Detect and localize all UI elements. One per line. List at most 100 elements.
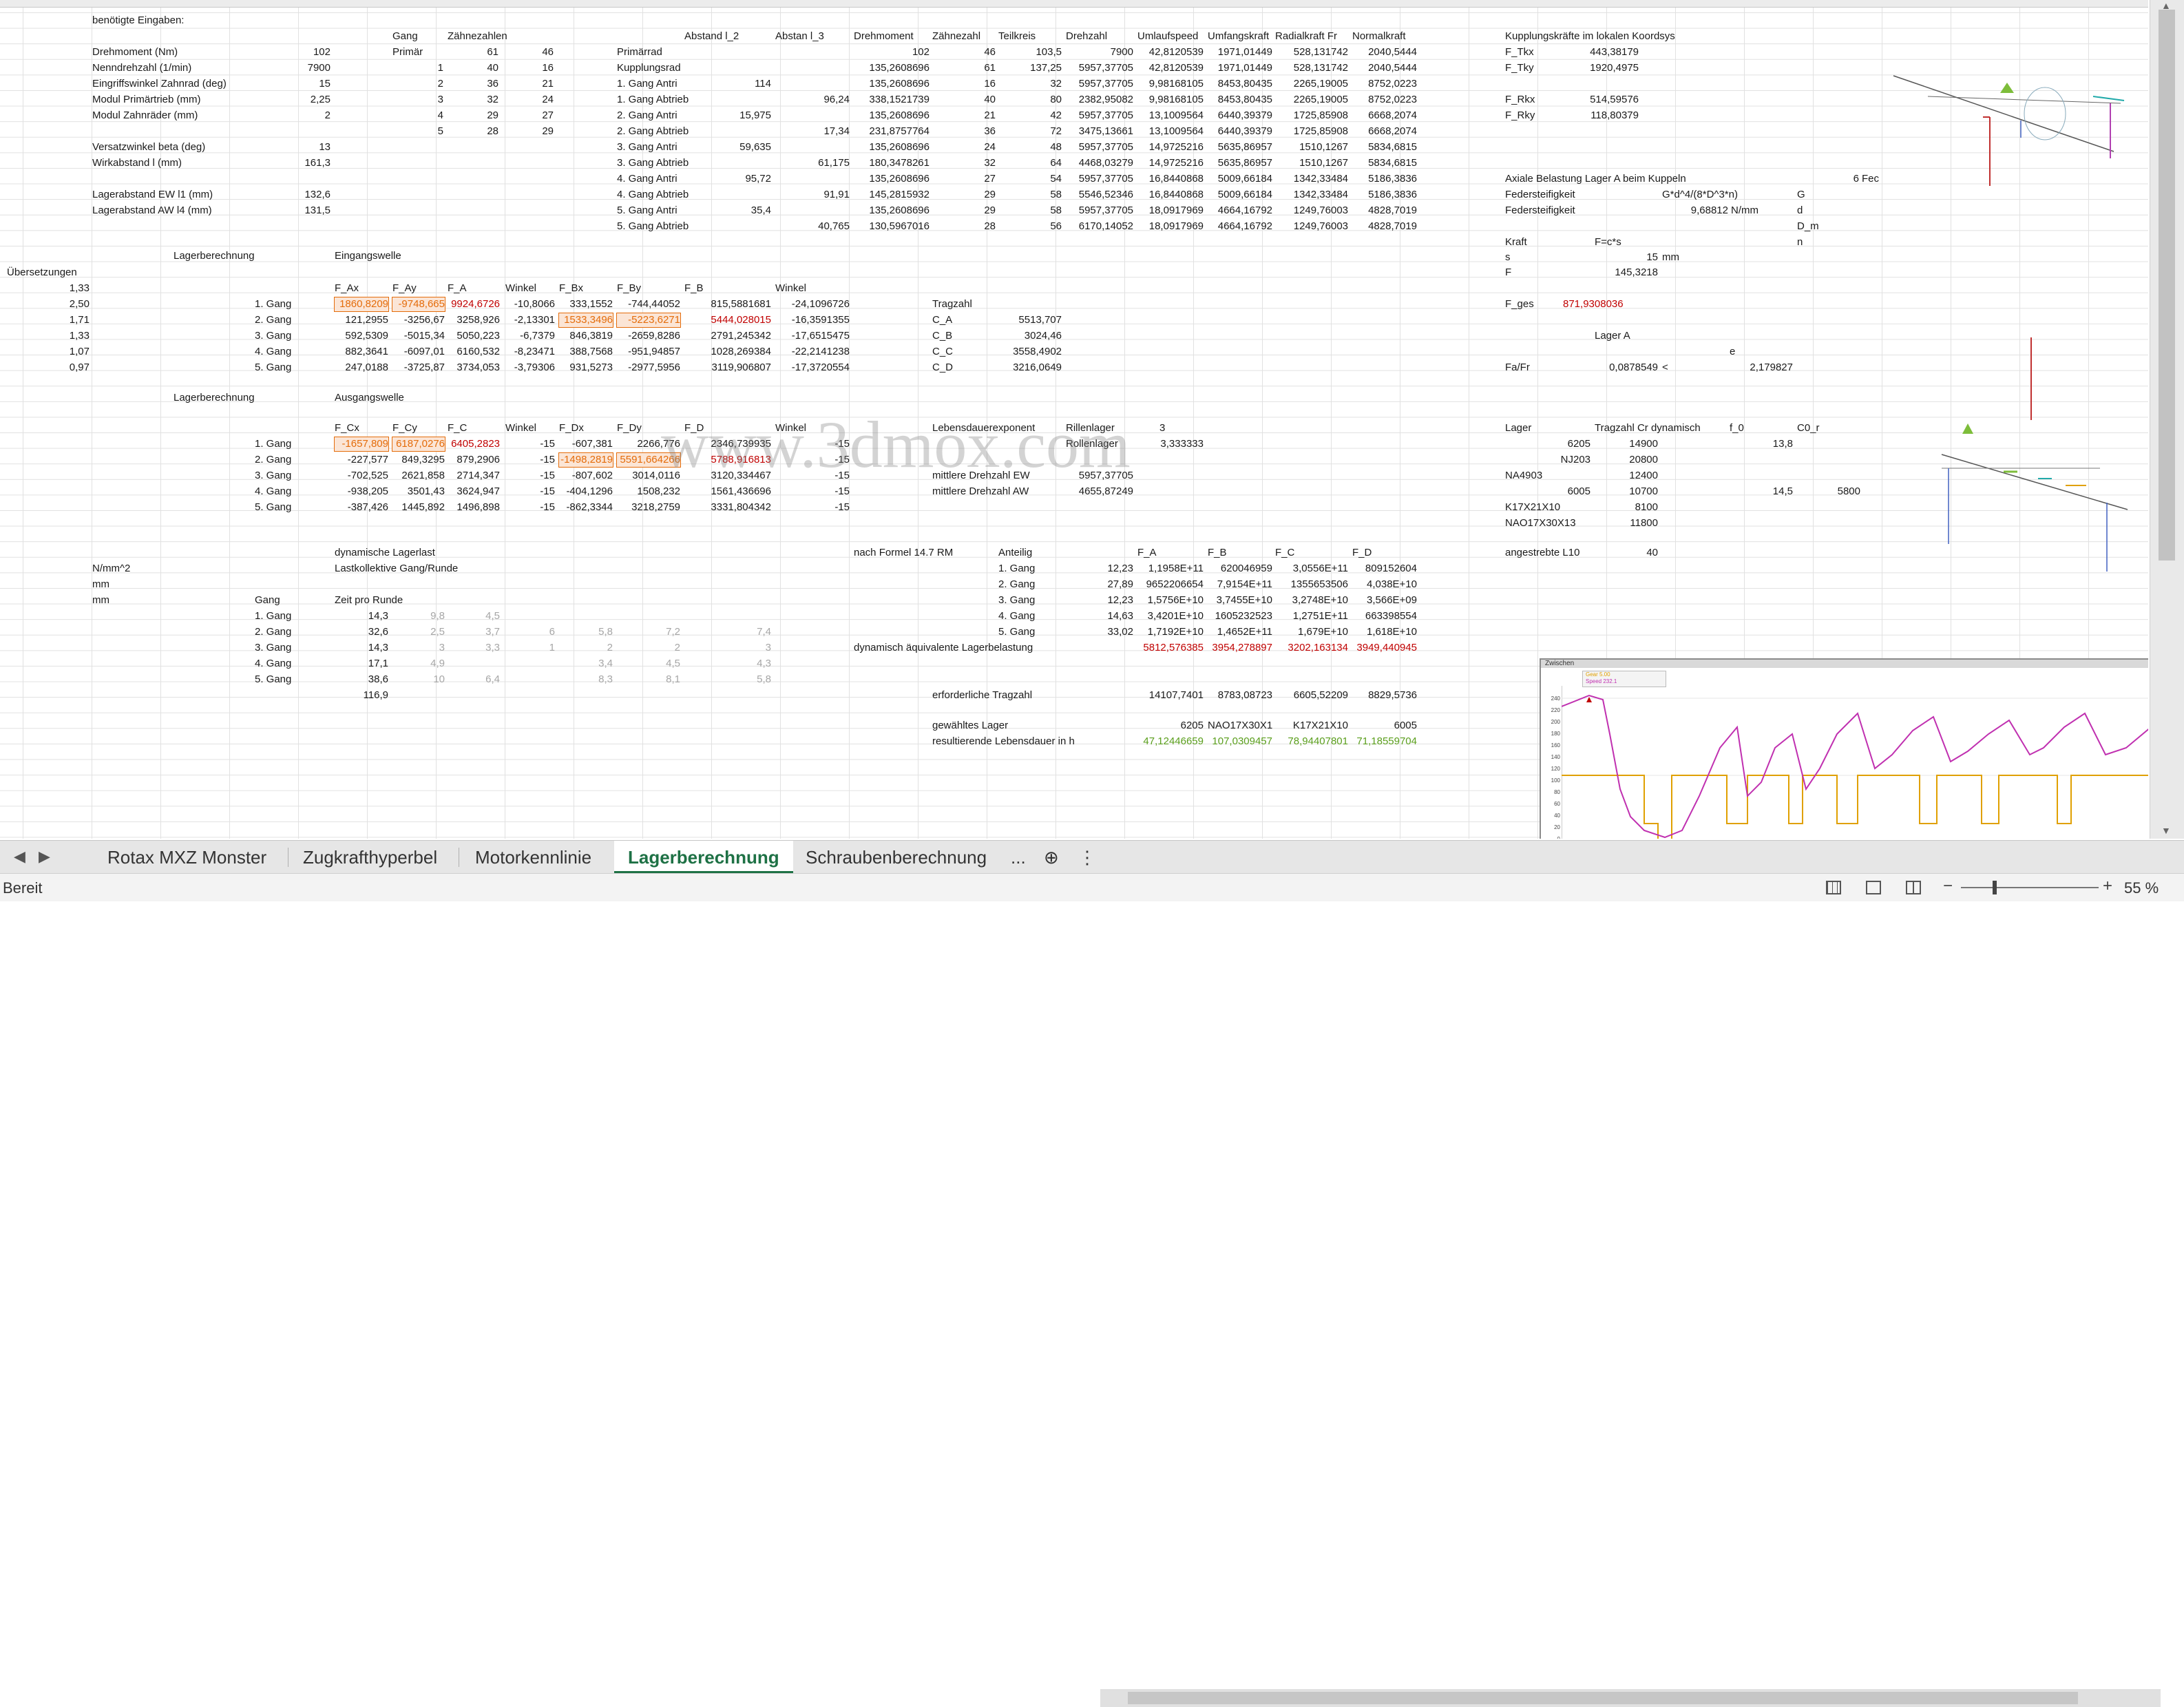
cell[interactable]: 58 bbox=[998, 204, 1062, 218]
cell[interactable]: 5009,66184 bbox=[1208, 188, 1272, 202]
cell[interactable]: 102 bbox=[269, 45, 330, 59]
cell[interactable]: F_D bbox=[1352, 546, 1372, 560]
cell[interactable]: 61 bbox=[932, 61, 996, 75]
cell[interactable]: 14,5 bbox=[1730, 485, 1793, 499]
cell[interactable]: 1561,436696 bbox=[684, 485, 771, 499]
cell[interactable]: 130,5967016 bbox=[854, 220, 930, 233]
cell[interactable]: 3 bbox=[392, 641, 445, 655]
vertical-scroll-thumb[interactable] bbox=[2159, 10, 2175, 561]
cell[interactable]: 6 bbox=[505, 625, 555, 639]
cell[interactable]: 1249,76003 bbox=[1275, 204, 1348, 218]
cell[interactable]: 80 bbox=[998, 93, 1062, 107]
cell[interactable]: 1,679E+10 bbox=[1275, 625, 1348, 639]
cell[interactable]: 56 bbox=[998, 220, 1062, 233]
cell[interactable]: 4. Gang bbox=[255, 657, 291, 671]
cell[interactable]: 5635,86957 bbox=[1208, 140, 1272, 154]
cell[interactable]: d bbox=[1797, 204, 1803, 218]
cell[interactable]: 1,4652E+11 bbox=[1208, 625, 1272, 639]
cell[interactable]: 28 bbox=[932, 220, 996, 233]
cell[interactable]: 3949,440945 bbox=[1352, 641, 1417, 655]
cell[interactable]: 1 bbox=[392, 61, 443, 75]
cell[interactable]: -6097,01 bbox=[392, 345, 445, 359]
zoom-level[interactable]: 55 % bbox=[2124, 879, 2159, 897]
cell[interactable]: 231,8757764 bbox=[854, 125, 930, 138]
cell[interactable]: F_C bbox=[448, 421, 467, 435]
cell[interactable]: 2. Gang bbox=[255, 625, 291, 639]
cell[interactable]: -24,1096726 bbox=[775, 297, 850, 311]
cell[interactable]: 5. Gang bbox=[255, 361, 291, 375]
cell[interactable]: Gang bbox=[255, 594, 280, 607]
cell[interactable]: 3218,2759 bbox=[617, 501, 680, 514]
cell[interactable]: 6440,39379 bbox=[1208, 125, 1272, 138]
cell[interactable]: f_0 bbox=[1730, 421, 1744, 435]
cell[interactable]: Übersetzungen bbox=[7, 266, 77, 280]
tab-zugkrafthyperbel[interactable]: Zugkrafthyperbel bbox=[289, 841, 451, 874]
cell[interactable]: 35,4 bbox=[684, 204, 771, 218]
cell[interactable]: -15 bbox=[505, 437, 555, 451]
cell[interactable]: 8453,80435 bbox=[1208, 93, 1272, 107]
cell[interactable]: -5015,34 bbox=[392, 329, 445, 343]
cell[interactable]: 879,2906 bbox=[448, 453, 500, 467]
cell[interactable]: 3. Gang bbox=[998, 594, 1035, 607]
cell[interactable]: 27,89 bbox=[1066, 578, 1133, 591]
cell[interactable]: 2 bbox=[392, 77, 443, 91]
cell[interactable]: -387,426 bbox=[335, 501, 388, 514]
cell[interactable]: 663398554 bbox=[1352, 609, 1417, 623]
cell[interactable]: -3,79306 bbox=[505, 361, 555, 375]
cell[interactable]: 5546,52346 bbox=[1066, 188, 1133, 202]
cell[interactable]: Lagerabstand AW l4 (mm) bbox=[92, 204, 212, 218]
cell[interactable]: C_C bbox=[932, 345, 953, 359]
cell[interactable]: 8752,0223 bbox=[1352, 93, 1417, 107]
cell[interactable]: 38,6 bbox=[335, 673, 388, 687]
cell[interactable]: 2,5 bbox=[392, 625, 445, 639]
tab-motorkennlinie[interactable]: Motorkennlinie bbox=[461, 841, 605, 874]
cell[interactable]: dynamische Lagerlast bbox=[335, 546, 435, 560]
cell[interactable]: 3119,906807 bbox=[684, 361, 771, 375]
cell[interactable]: 47,12446659 bbox=[1137, 735, 1204, 748]
cell[interactable]: 32 bbox=[448, 93, 498, 107]
cell[interactable]: 4. Gang bbox=[255, 345, 291, 359]
cell[interactable]: 78,94407801 bbox=[1275, 735, 1348, 748]
cell[interactable]: 5834,6815 bbox=[1352, 156, 1417, 170]
cell[interactable]: 3258,926 bbox=[448, 313, 500, 327]
cell[interactable]: F_Tkx bbox=[1505, 45, 1534, 59]
cell[interactable]: 46 bbox=[932, 45, 996, 59]
page-layout-icon[interactable] bbox=[1866, 881, 1881, 894]
cell[interactable]: -17,3720554 bbox=[775, 361, 850, 375]
cell[interactable]: e bbox=[1730, 345, 1735, 359]
cell[interactable]: -404,1296 bbox=[559, 485, 613, 499]
cell[interactable]: 4,5 bbox=[617, 657, 680, 671]
cell[interactable]: 46 bbox=[503, 45, 554, 59]
cell[interactable]: F_By bbox=[617, 282, 641, 295]
cell[interactable]: Fa/Fr bbox=[1505, 361, 1530, 375]
cell[interactable]: 2714,347 bbox=[448, 469, 500, 483]
zoom-in-icon[interactable]: + bbox=[2103, 877, 2112, 896]
cell[interactable]: 443,38179 bbox=[1570, 45, 1639, 59]
prev-sheet-icon[interactable]: ◀ bbox=[14, 848, 25, 866]
cell[interactable]: 18,0917969 bbox=[1137, 220, 1204, 233]
cell[interactable]: 1445,892 bbox=[392, 501, 445, 514]
cell[interactable]: 8829,5736 bbox=[1352, 689, 1417, 702]
cell[interactable]: 14,63 bbox=[1066, 609, 1133, 623]
cell[interactable]: 1,1958E+11 bbox=[1137, 562, 1204, 576]
cell[interactable]: 3,7 bbox=[448, 625, 500, 639]
cell[interactable]: Lagerberechnung bbox=[174, 249, 255, 263]
cell[interactable]: 131,5 bbox=[269, 204, 330, 218]
cell[interactable]: N/mm^2 bbox=[92, 562, 130, 576]
cell[interactable]: 13,1009564 bbox=[1137, 125, 1204, 138]
cell[interactable]: 6 bbox=[1831, 172, 1859, 186]
cell[interactable]: 28 bbox=[448, 125, 498, 138]
cell[interactable]: 5957,37705 bbox=[1066, 204, 1133, 218]
cell[interactable]: 2,179827 bbox=[1730, 361, 1793, 375]
cell[interactable]: Winkel bbox=[505, 282, 536, 295]
cell[interactable]: 3 bbox=[392, 93, 443, 107]
cell[interactable]: Tragzahl Cr dynamisch bbox=[1595, 421, 1701, 435]
cell[interactable]: Abstand l_2 bbox=[684, 30, 739, 43]
cell[interactable]: 5,8 bbox=[559, 625, 613, 639]
cell[interactable]: 27 bbox=[932, 172, 996, 186]
cell[interactable]: 9,98168105 bbox=[1137, 93, 1204, 107]
cell[interactable]: 2621,858 bbox=[392, 469, 445, 483]
cell[interactable]: 40,765 bbox=[775, 220, 850, 233]
cell[interactable]: 849,3295 bbox=[392, 453, 445, 467]
cell[interactable]: 13,1009564 bbox=[1137, 109, 1204, 123]
